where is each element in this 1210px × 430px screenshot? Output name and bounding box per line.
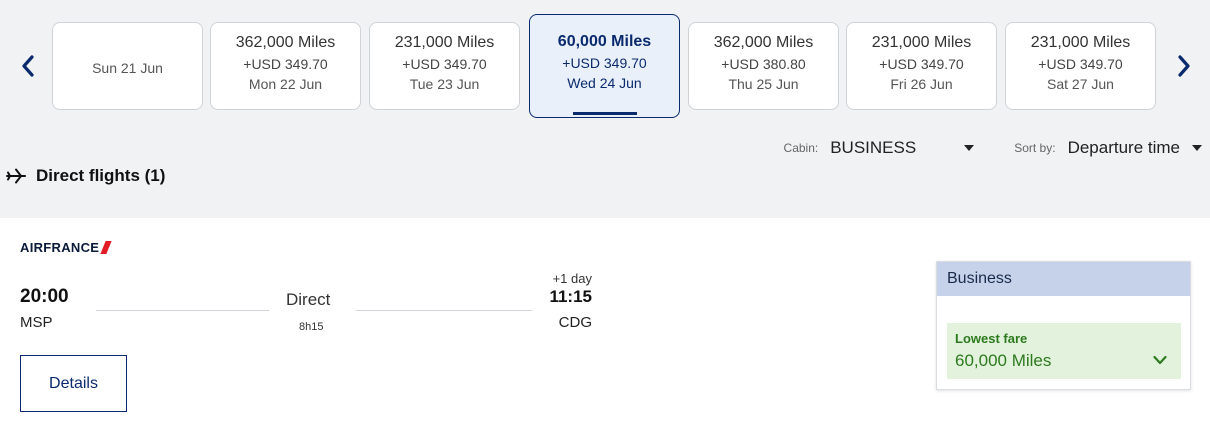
date-card-miles: 362,000 Miles — [713, 34, 814, 51]
date-card-tue-23-jun[interactable]: 231,000 Miles +USD 349.70 Tue 23 Jun — [369, 22, 520, 110]
section-title: Direct flights (1) — [36, 166, 166, 185]
date-card-usd: +USD 380.80 — [721, 56, 806, 72]
arrival-time: 11:15 — [549, 287, 592, 306]
fare-panel: Business Lowest fare 60,000 Miles — [936, 261, 1191, 390]
route-line — [356, 310, 532, 311]
date-card-usd: +USD 349.70 — [243, 56, 328, 72]
date-card-date: Fri 26 Jun — [890, 76, 953, 92]
fare-cabin-header: Business — [937, 262, 1190, 296]
route-line — [96, 310, 269, 311]
plus-day-badge: +1 day — [552, 271, 592, 286]
airline-logo-mark — [100, 241, 112, 254]
fare-label: Lowest fare — [955, 331, 1028, 346]
date-card-miles: 231,000 Miles — [871, 34, 972, 51]
airline-logo: AIRFRANCE — [20, 240, 112, 255]
date-card-date: Sat 27 Jun — [1047, 76, 1114, 92]
date-card-date: Mon 22 Jun — [248, 76, 323, 92]
date-card-miles: 362,000 Miles — [235, 34, 336, 51]
flight-card: AIRFRANCE 20:00 MSP Direct 8h15 +1 day 1… — [0, 218, 1210, 430]
fare-miles: 60,000 Miles — [955, 351, 1052, 370]
date-card-date: Thu 25 Jun — [728, 76, 799, 92]
next-dates-button[interactable] — [1170, 46, 1198, 86]
date-card-date: Tue 23 Jun — [409, 76, 480, 92]
section-heading: Direct flights (1) — [6, 166, 165, 186]
date-card-miles: 231,000 Miles — [1030, 34, 1131, 51]
cabin-label: Cabin: — [783, 141, 819, 155]
date-card-usd: +USD 349.70 — [562, 55, 647, 71]
date-card-mon-22-jun[interactable]: 362,000 Miles +USD 349.70 Mon 22 Jun — [210, 22, 361, 110]
lowest-fare-option[interactable]: Lowest fare 60,000 Miles — [947, 323, 1181, 379]
date-card-miles: 231,000 Miles — [394, 34, 495, 51]
date-card-sun-21-jun[interactable]: Sun 21 Jun — [52, 22, 203, 110]
departure-airport: MSP — [20, 314, 53, 331]
duration-label: 8h15 — [299, 321, 324, 333]
date-card-usd: +USD 349.70 — [402, 56, 487, 72]
chevron-left-icon — [22, 55, 34, 77]
date-card-thu-25-jun[interactable]: 362,000 Miles +USD 380.80 Thu 25 Jun — [688, 22, 839, 110]
date-card-date: Wed 24 Jun — [567, 75, 642, 91]
chevron-down-icon — [1153, 355, 1167, 365]
chevron-right-icon — [1178, 55, 1190, 77]
date-card-date: Sun 21 Jun — [92, 60, 163, 76]
details-button[interactable]: Details — [20, 355, 127, 412]
departure-time: 20:00 — [20, 286, 69, 307]
previous-dates-button[interactable] — [14, 46, 42, 86]
date-card-wed-24-jun-selected[interactable]: 60,000 Miles +USD 349.70 Wed 24 Jun — [529, 14, 680, 118]
date-strip: Sun 21 Jun 362,000 Miles +USD 349.70 Mon… — [0, 0, 1210, 130]
cabin-select[interactable]: BUSINESS — [830, 138, 1014, 158]
cabin-value: BUSINESS — [830, 138, 917, 157]
date-card-usd: +USD 349.70 — [879, 56, 964, 72]
caret-down-icon — [1192, 145, 1202, 151]
date-card-fri-26-jun[interactable]: 231,000 Miles +USD 349.70 Fri 26 Jun — [846, 22, 997, 110]
date-card-usd: +USD 349.70 — [1038, 56, 1123, 72]
caret-down-icon — [964, 145, 975, 151]
sort-select[interactable]: Departure time — [1068, 138, 1202, 158]
airline-logo-text: AIRFRANCE — [20, 240, 100, 255]
date-card-miles: 60,000 Miles — [557, 33, 652, 50]
sort-value: Departure time — [1067, 138, 1180, 157]
selected-indicator — [573, 112, 637, 115]
arrival-airport: CDG — [558, 314, 592, 331]
sort-label: Sort by: — [1014, 141, 1056, 155]
airplane-icon — [6, 168, 26, 184]
date-card-sat-27-jun[interactable]: 231,000 Miles +USD 349.70 Sat 27 Jun — [1005, 22, 1156, 110]
filter-controls: Cabin: BUSINESS Sort by: Departure time — [784, 138, 1202, 158]
stops-label: Direct — [286, 290, 331, 309]
